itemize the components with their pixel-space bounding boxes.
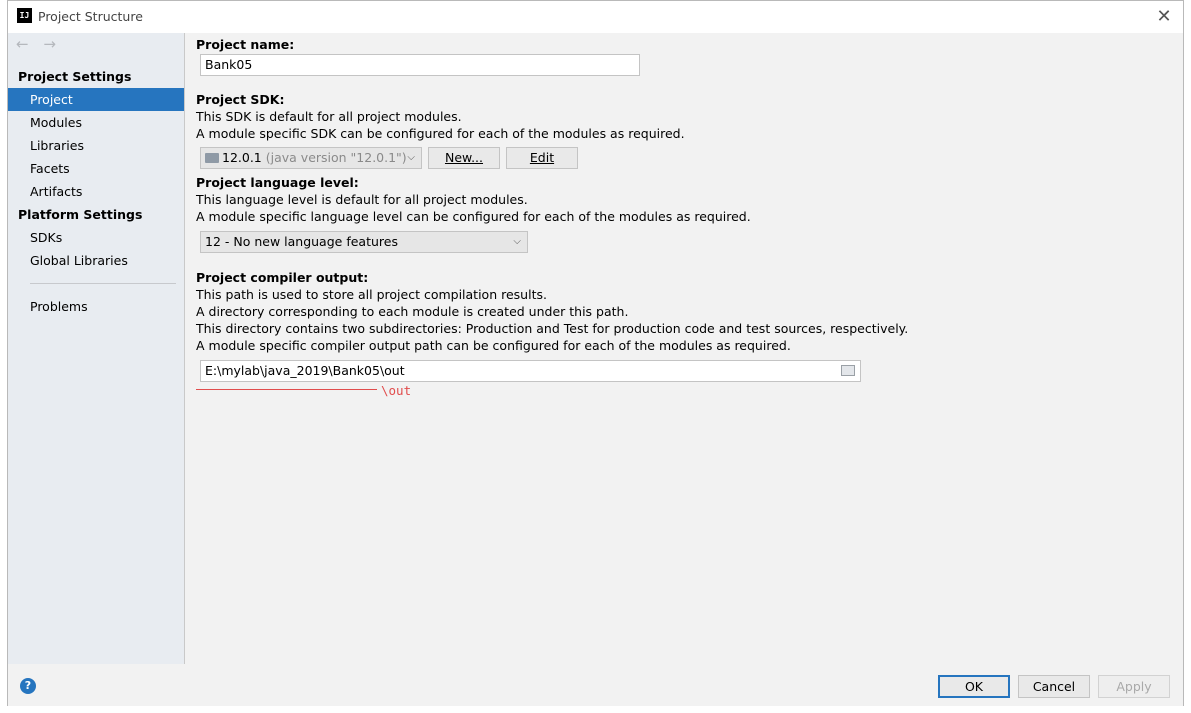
- sidebar-item-artifacts[interactable]: Artifacts: [8, 180, 184, 203]
- sdk-select-version: (java version "12.0.1"): [265, 150, 407, 165]
- language-level-value: 12 - No new language features: [205, 234, 398, 249]
- cancel-button[interactable]: Cancel: [1018, 675, 1090, 698]
- sidebar: ← → Project Settings Project Modules Lib…: [8, 33, 185, 664]
- close-icon[interactable]: ✕: [1153, 6, 1175, 28]
- sdk-description-2: A module specific SDK can be configured …: [196, 126, 685, 141]
- compiler-output-label: Project compiler output:: [196, 270, 369, 285]
- browse-folder-icon[interactable]: [841, 365, 855, 376]
- annotation-underline: [196, 389, 377, 390]
- nav-arrows: ← →: [16, 35, 66, 53]
- forward-arrow-icon[interactable]: →: [43, 35, 56, 53]
- sdk-new-button[interactable]: New...: [428, 147, 500, 169]
- chevron-down-icon: ⌵: [407, 152, 415, 163]
- output-description-4: A module specific compiler output path c…: [196, 338, 791, 353]
- language-level-label: Project language level:: [196, 175, 359, 190]
- apply-button[interactable]: Apply: [1098, 675, 1170, 698]
- project-name-label: Project name:: [196, 37, 295, 52]
- compiler-output-value: E:\mylab\java_2019\Bank05\out: [205, 363, 405, 378]
- sdk-new-button-label: New...: [444, 150, 484, 165]
- sidebar-item-global-libraries[interactable]: Global Libraries: [8, 249, 184, 272]
- sdk-edit-button[interactable]: Edit: [506, 147, 578, 169]
- language-description-1: This language level is default for all p…: [196, 192, 528, 207]
- language-description-2: A module specific language level can be …: [196, 209, 751, 224]
- project-settings-panel: Project name: Bank05 Project SDK: This S…: [186, 33, 1183, 664]
- compiler-output-input[interactable]: E:\mylab\java_2019\Bank05\out: [200, 360, 861, 382]
- sdk-edit-button-label: Edit: [529, 150, 555, 165]
- sidebar-item-modules[interactable]: Modules: [8, 111, 184, 134]
- help-icon[interactable]: ?: [20, 678, 36, 694]
- project-sdk-label: Project SDK:: [196, 92, 285, 107]
- sdk-select-value: 12.0.1: [222, 150, 262, 165]
- sidebar-item-problems[interactable]: Problems: [8, 295, 184, 318]
- window-title: Project Structure: [38, 9, 143, 24]
- sdk-description-1: This SDK is default for all project modu…: [196, 109, 462, 124]
- chevron-down-icon: ⌵: [513, 236, 521, 247]
- language-level-select[interactable]: 12 - No new language features ⌵: [200, 231, 528, 253]
- project-settings-title: Project Settings: [18, 69, 132, 84]
- title-bar: IJ Project Structure ✕: [8, 1, 1183, 33]
- project-name-input[interactable]: Bank05: [200, 54, 640, 76]
- output-description-3: This directory contains two subdirectori…: [196, 321, 909, 336]
- sidebar-item-project[interactable]: Project: [8, 88, 184, 111]
- platform-settings-title: Platform Settings: [18, 207, 143, 222]
- sdk-folder-icon: [205, 153, 219, 163]
- sidebar-item-sdks[interactable]: SDKs: [8, 226, 184, 249]
- sidebar-divider: [30, 283, 176, 284]
- dialog-footer: ? OK Cancel Apply: [8, 664, 1183, 706]
- output-description-1: This path is used to store all project c…: [196, 287, 547, 302]
- intellij-icon: IJ: [17, 8, 32, 23]
- sdk-select[interactable]: 12.0.1 (java version "12.0.1") ⌵: [200, 147, 422, 169]
- ok-button[interactable]: OK: [938, 675, 1010, 698]
- output-description-2: A directory corresponding to each module…: [196, 304, 629, 319]
- annotation-text: \out: [381, 383, 412, 398]
- project-structure-dialog: IJ Project Structure ✕ ← → Project Setti…: [7, 0, 1184, 706]
- sidebar-item-facets[interactable]: Facets: [8, 157, 184, 180]
- sidebar-item-libraries[interactable]: Libraries: [8, 134, 184, 157]
- back-arrow-icon[interactable]: ←: [16, 35, 29, 53]
